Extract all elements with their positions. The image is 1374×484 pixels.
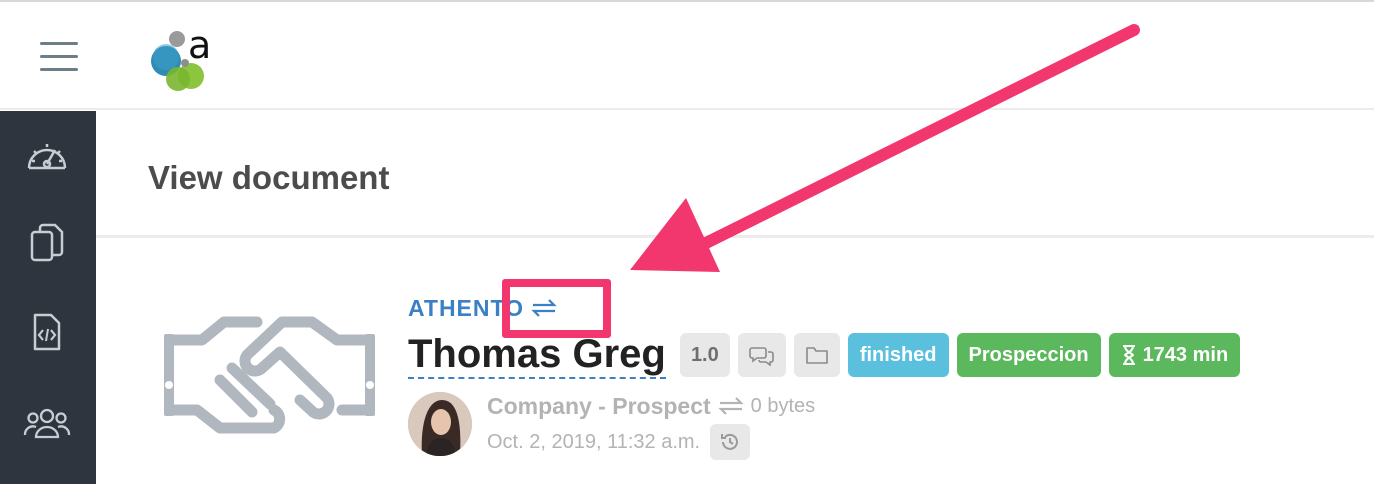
- file-size: 0 bytes: [750, 394, 816, 417]
- sidebar-item-documents[interactable]: [22, 218, 72, 268]
- status-badge[interactable]: finished: [847, 333, 949, 377]
- comments-icon: [749, 347, 774, 366]
- handshake-icon: [164, 316, 375, 434]
- duration-label: 1743 min: [1142, 343, 1229, 366]
- document-date: Oct. 2, 2019, 11:32 a.m.: [487, 430, 701, 453]
- sidebar-item-users[interactable]: [22, 398, 72, 448]
- date-row: Oct. 2, 2019, 11:32 a.m.: [487, 424, 751, 460]
- documents-copy-icon: [30, 223, 64, 262]
- comments-button[interactable]: [737, 333, 786, 377]
- transfer-arrows-icon[interactable]: [717, 396, 745, 416]
- hamburger-menu-icon[interactable]: [40, 40, 80, 74]
- page-header: View document: [96, 111, 1374, 238]
- folder-button[interactable]: [793, 333, 840, 377]
- folder-icon: [806, 347, 828, 364]
- sidebar-item-code[interactable]: [22, 307, 72, 357]
- code-file-icon: [33, 313, 61, 351]
- document-title[interactable]: Thomas Greg: [408, 332, 666, 379]
- history-icon: [721, 433, 739, 450]
- sidebar: [0, 111, 96, 484]
- annotation-highlight-box: [502, 279, 611, 338]
- users-group-icon: [23, 408, 71, 439]
- version-badge[interactable]: 1.0: [679, 333, 730, 377]
- document-type[interactable]: Company - Prospect: [487, 393, 711, 420]
- dashboard-gauge-icon: [27, 144, 67, 170]
- sidebar-item-dashboard[interactable]: [22, 131, 72, 181]
- athento-logo[interactable]: a: [148, 26, 220, 92]
- top-bar: a: [0, 2, 1374, 110]
- history-button[interactable]: [710, 424, 751, 460]
- duration-badge[interactable]: 1743 min: [1108, 333, 1241, 377]
- title-row: Thomas Greg 1.0 finished Prospeccion 174…: [408, 332, 1248, 379]
- meta-row: Company - Prospect 0 bytes: [487, 392, 815, 420]
- hourglass-icon: [1122, 345, 1135, 365]
- page-title: View document: [148, 159, 390, 196]
- svg-text:a: a: [188, 26, 211, 67]
- stage-badge[interactable]: Prospeccion: [956, 333, 1101, 377]
- avatar[interactable]: [408, 392, 472, 456]
